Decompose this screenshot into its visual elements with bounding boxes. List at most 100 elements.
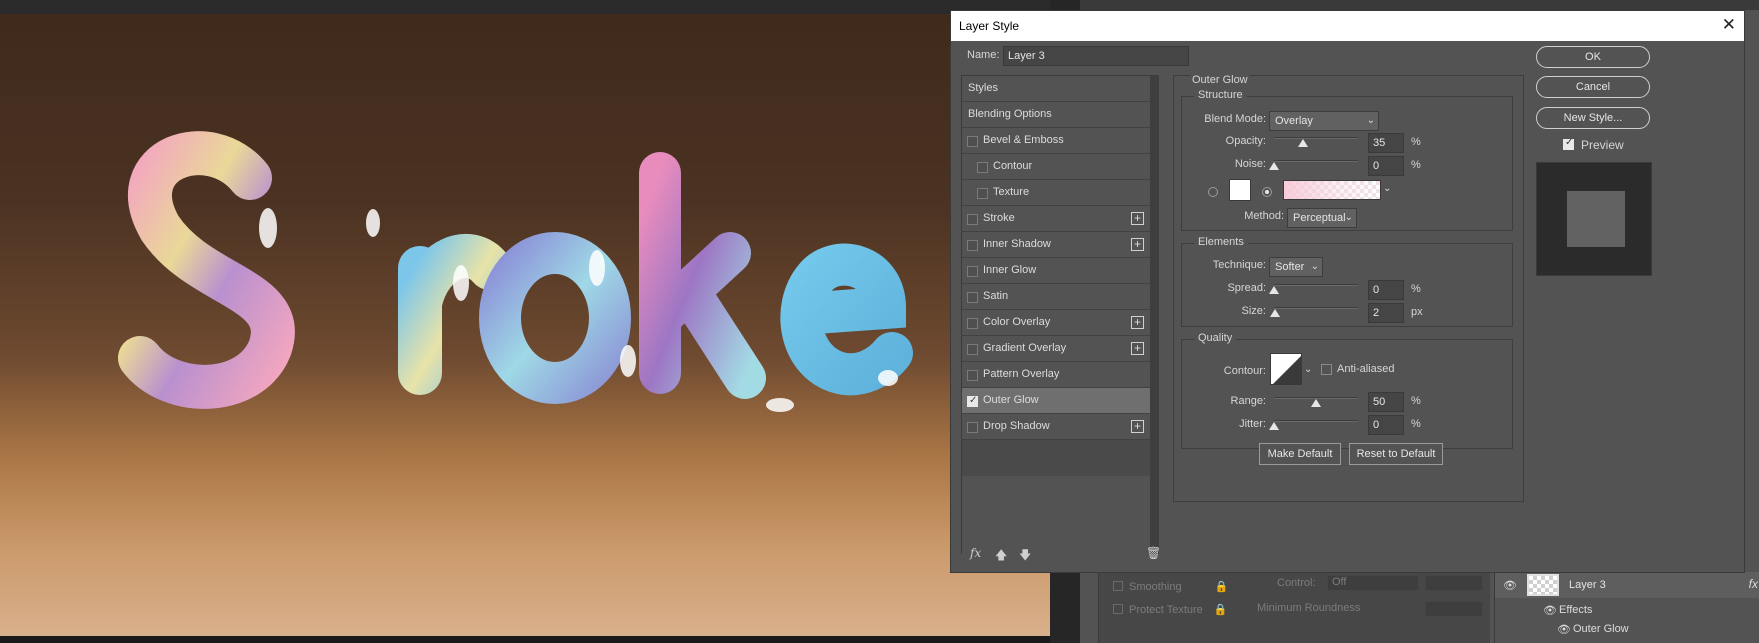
layer-name-field[interactable]: Layer 3: [1003, 46, 1189, 66]
spread-input[interactable]: 0: [1368, 280, 1404, 300]
noise-input[interactable]: 0: [1368, 156, 1404, 176]
chevron-down-icon: ⌄: [1310, 261, 1319, 272]
eye-icon[interactable]: 👁: [1503, 579, 1517, 592]
chevron-down-icon[interactable]: ⌄: [1383, 183, 1391, 194]
style-item-stroke[interactable]: Stroke +: [962, 206, 1150, 232]
minimum-roundness-field[interactable]: [1425, 601, 1483, 617]
eye-icon[interactable]: 👁: [1557, 623, 1571, 636]
inner-shadow-checkbox[interactable]: [967, 240, 978, 251]
noise-unit: %: [1411, 159, 1421, 171]
pattern-overlay-checkbox[interactable]: [967, 370, 978, 381]
drop-shadow-checkbox[interactable]: [967, 422, 978, 433]
close-icon[interactable]: ✕: [1722, 16, 1736, 34]
add-effect-icon[interactable]: +: [1131, 316, 1144, 329]
contour-picker[interactable]: [1270, 353, 1302, 385]
chevron-down-icon: ⌄: [1344, 212, 1353, 223]
jitter-slider[interactable]: [1269, 420, 1358, 430]
stroke-checkbox[interactable]: [967, 214, 978, 225]
eye-icon[interactable]: 👁: [1543, 604, 1557, 617]
move-down-icon[interactable]: 🡇: [1019, 546, 1031, 567]
contour-linear-icon: [1273, 356, 1301, 384]
noise-slider-thumb[interactable]: [1269, 162, 1279, 170]
document-canvas[interactable]: [0, 14, 1050, 636]
opacity-slider-thumb[interactable]: [1298, 139, 1309, 147]
style-item-styles[interactable]: Styles: [962, 76, 1150, 102]
make-default-button[interactable]: Make Default: [1259, 443, 1341, 465]
style-item-bevel-emboss[interactable]: Bevel & Emboss: [962, 128, 1150, 154]
dialog-titlebar[interactable]: Layer Style ✕: [951, 11, 1744, 41]
glow-color-swatch[interactable]: [1229, 179, 1251, 201]
brush-options-panel: Smoothing 🔒 Protect Texture 🔒 Control: O…: [1098, 572, 1490, 643]
style-item-color-overlay[interactable]: Color Overlay +: [962, 310, 1150, 336]
technique-dropdown[interactable]: Softer ⌄: [1269, 257, 1323, 277]
style-item-outer-glow[interactable]: Outer Glow: [962, 388, 1150, 414]
control-field[interactable]: [1425, 575, 1483, 591]
noise-slider[interactable]: [1269, 160, 1358, 170]
spread-slider-thumb[interactable]: [1269, 286, 1279, 294]
outer-glow-effect-label[interactable]: Outer Glow: [1573, 623, 1629, 635]
contour-checkbox[interactable]: [977, 162, 988, 173]
layer-row[interactable]: 👁 Layer 3 fx: [1495, 572, 1759, 598]
style-item-inner-shadow[interactable]: Inner Shadow +: [962, 232, 1150, 258]
smoothing-option[interactable]: Smoothing 🔒: [1113, 580, 1228, 593]
control-dropdown[interactable]: Off: [1327, 575, 1419, 591]
glow-gradient-swatch[interactable]: [1283, 180, 1381, 200]
method-dropdown[interactable]: Perceptual ⌄: [1287, 208, 1357, 228]
color-overlay-checkbox[interactable]: [967, 318, 978, 329]
style-item-inner-glow[interactable]: Inner Glow: [962, 258, 1150, 284]
style-item-label: Stroke: [983, 212, 1015, 224]
cancel-button[interactable]: Cancel: [1536, 76, 1650, 98]
gradient-overlay-checkbox[interactable]: [967, 344, 978, 355]
range-input[interactable]: 50: [1368, 392, 1404, 412]
outer-glow-checkbox[interactable]: [967, 395, 978, 407]
opacity-slider[interactable]: [1274, 137, 1358, 147]
move-up-icon[interactable]: 🡅: [995, 546, 1007, 567]
chevron-down-icon[interactable]: ⌄: [1304, 364, 1312, 375]
style-item-satin[interactable]: Satin: [962, 284, 1150, 310]
fx-icon[interactable]: fx: [970, 546, 981, 560]
style-item-pattern-overlay[interactable]: Pattern Overlay: [962, 362, 1150, 388]
add-effect-icon[interactable]: +: [1131, 238, 1144, 251]
fx-icon[interactable]: fx: [1749, 577, 1758, 591]
trash-icon[interactable]: 🗑: [1146, 546, 1161, 560]
ok-button[interactable]: OK: [1536, 46, 1650, 68]
panel-dock-top: [1080, 0, 1759, 10]
opacity-input[interactable]: 35: [1368, 133, 1404, 153]
smoothing-checkbox[interactable]: [1113, 581, 1123, 591]
texture-checkbox[interactable]: [977, 188, 988, 199]
bevel-emboss-checkbox[interactable]: [967, 136, 978, 147]
new-style-button[interactable]: New Style...: [1536, 107, 1650, 129]
protect-texture-checkbox[interactable]: [1113, 604, 1123, 614]
gradient-radio[interactable]: [1262, 187, 1272, 197]
layers-panel: 👁 Layer 3 fx 👁 Effects 👁 Outer Glow: [1494, 572, 1759, 643]
satin-checkbox[interactable]: [967, 292, 978, 303]
style-item-blending-options[interactable]: Blending Options: [962, 102, 1150, 128]
protect-texture-option[interactable]: Protect Texture 🔒: [1113, 603, 1228, 616]
size-slider[interactable]: [1269, 307, 1358, 317]
stroke-text-artwork: [118, 131, 913, 412]
blend-mode-dropdown[interactable]: Overlay ⌄: [1269, 111, 1379, 131]
style-item-contour[interactable]: Contour: [962, 154, 1150, 180]
add-effect-icon[interactable]: +: [1131, 212, 1144, 225]
add-effect-icon[interactable]: +: [1131, 420, 1144, 433]
add-effect-icon[interactable]: +: [1131, 342, 1144, 355]
smoothing-label: Smoothing: [1129, 581, 1182, 593]
size-slider-thumb[interactable]: [1269, 309, 1280, 317]
solid-color-radio[interactable]: [1208, 187, 1218, 197]
anti-aliased-checkbox[interactable]: [1321, 364, 1332, 375]
reset-to-default-button[interactable]: Reset to Default: [1349, 443, 1443, 465]
style-item-label: Bevel & Emboss: [983, 134, 1064, 146]
jitter-input[interactable]: 0: [1368, 415, 1404, 435]
size-input[interactable]: 2: [1368, 303, 1404, 323]
preview-checkbox[interactable]: ✓: [1563, 137, 1574, 150]
range-slider-thumb[interactable]: [1311, 399, 1321, 407]
jitter-slider-thumb[interactable]: [1269, 422, 1279, 430]
style-item-gradient-overlay[interactable]: Gradient Overlay +: [962, 336, 1150, 362]
styles-list-scrollbar[interactable]: [1150, 76, 1159, 553]
style-item-texture[interactable]: Texture: [962, 180, 1150, 206]
style-item-drop-shadow[interactable]: Drop Shadow +: [962, 414, 1150, 440]
blend-mode-label: Blend Mode:: [1204, 113, 1266, 125]
range-slider[interactable]: [1274, 397, 1358, 407]
spread-slider[interactable]: [1269, 284, 1358, 294]
inner-glow-checkbox[interactable]: [967, 266, 978, 277]
